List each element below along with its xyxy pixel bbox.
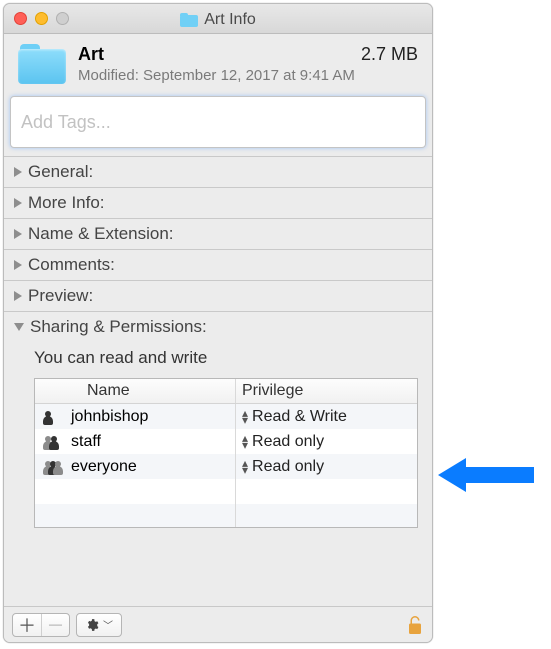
gear-icon [85,618,99,632]
disclosure-triangle-icon [14,323,24,331]
disclosure-triangle-icon [14,260,22,270]
item-name: Art [78,44,104,65]
permission-user-name: everyone [71,458,137,476]
permissions-rows: johnbishop ▴▾ Read & Write staff ▴▾ Read only… [35,404,417,528]
section-preview[interactable]: Preview: [4,281,432,311]
folder-icon [180,13,198,27]
add-remove-segment: ＋ － [12,613,70,637]
section-label: Preview: [28,286,93,306]
users-icon [43,434,65,450]
add-button[interactable]: ＋ [13,614,41,636]
section-more-info[interactable]: More Info: [4,188,432,218]
window-controls [14,12,69,25]
permission-user-name: staff [71,433,101,451]
disclosure-triangle-icon [14,198,22,208]
stepper-icon[interactable]: ▴▾ [242,410,248,424]
permissions-toolbar: ＋ － ﹀ [4,606,432,642]
table-row[interactable]: everyone ▴▾ Read only [35,454,417,479]
tags-input[interactable] [10,96,426,148]
section-sharing-permissions[interactable]: Sharing & Permissions: [4,312,432,342]
disclosure-triangle-icon [14,229,22,239]
lock-icon[interactable] [406,614,424,636]
permission-user-name: johnbishop [71,408,148,426]
zoom-button [56,12,69,25]
section-label: Name & Extension: [28,224,174,244]
permission-privilege: Read & Write [252,408,347,426]
stepper-icon[interactable]: ▴▾ [242,460,248,474]
disclosure-triangle-icon [14,167,22,177]
column-header-name[interactable]: Name [35,382,235,400]
stepper-icon[interactable]: ▴▾ [242,435,248,449]
folder-icon [18,44,66,84]
table-row-empty [35,479,417,504]
user-icon [43,409,65,425]
item-size: 2.7 MB [361,44,418,65]
minimize-button[interactable] [35,12,48,25]
table-row[interactable]: johnbishop ▴▾ Read & Write [35,404,417,429]
remove-button[interactable]: － [41,614,69,636]
section-comments[interactable]: Comments: [4,250,432,280]
section-label: Sharing & Permissions: [30,317,207,337]
table-row[interactable]: staff ▴▾ Read only [35,429,417,454]
table-row-empty [35,504,417,528]
chevron-down-icon: ﹀ [103,617,113,632]
permissions-note: You can read and write [34,348,418,368]
section-label: Comments: [28,255,115,275]
titlebar: Art Info [4,4,432,34]
tags-field-wrap [10,96,426,148]
window-title: Art Info [204,11,256,29]
section-name-extension[interactable]: Name & Extension: [4,219,432,249]
group-icon [43,459,65,475]
close-button[interactable] [14,12,27,25]
info-window: Art Info Art 2.7 MB Modified: September … [3,3,433,643]
section-general[interactable]: General: [4,157,432,187]
permissions-table: Name Privilege johnbishop ▴▾ Read & Write s… [34,378,418,528]
disclosure-triangle-icon [14,291,22,301]
section-label: More Info: [28,193,105,213]
summary-section: Art 2.7 MB Modified: September 12, 2017 … [4,34,432,92]
section-label: General: [28,162,93,182]
item-modified: Modified: September 12, 2017 at 9:41 AM [78,67,418,84]
column-header-privilege[interactable]: Privilege [235,379,417,403]
permission-privilege: Read only [252,458,324,476]
action-menu-button[interactable]: ﹀ [76,613,122,637]
permission-privilege: Read only [252,433,324,451]
callout-arrow-icon [438,455,538,495]
